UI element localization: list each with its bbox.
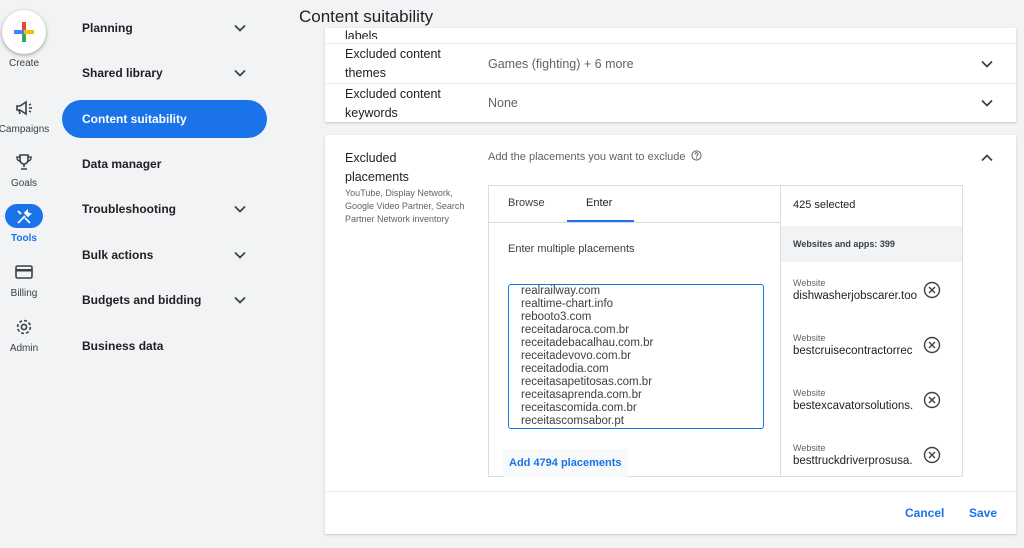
enter-placements-title: Enter multiple placements [508,243,635,255]
nav-item-label: Budgets and bidding [82,293,202,307]
remove-circle-icon[interactable] [923,336,941,354]
selected-item-url: besttruckdriverprosusa. [793,455,913,467]
selected-item-type: Website [793,333,826,343]
rail-item-campaigns[interactable]: Campaigns [0,98,50,148]
excluded-themes-label-line1: Excluded content [345,47,441,61]
placements-instruction: Add the placements you want to exclude [488,150,702,163]
nav-item-label: Shared library [82,66,163,80]
left-rail: Create Campaigns Goals Tools Billing Adm… [0,0,50,548]
chevron-down-icon [234,296,246,304]
excluded-keywords-row[interactable]: Excluded content keywords None [325,84,1016,122]
remove-circle-icon[interactable] [923,281,941,299]
selected-count: 425 selected [793,199,856,211]
rail-item-billing[interactable]: Billing [0,262,50,312]
nav-item-troubleshooting[interactable]: Troubleshooting [62,190,267,228]
nav-item-label: Planning [82,21,133,35]
selected-item-type: Website [793,443,826,453]
nav-item-planning[interactable]: Planning [62,9,267,47]
chevron-down-icon[interactable] [980,96,994,110]
cancel-button[interactable]: Cancel [905,506,944,520]
tab-enter[interactable]: Enter [586,197,612,209]
nav-item-label: Bulk actions [82,248,154,262]
excluded-placements-label-line2: placements [345,170,409,184]
nav-item-data-manager[interactable]: Data manager [62,145,267,183]
chevron-up-icon[interactable] [980,151,994,165]
rail-label-campaigns: Campaigns [0,124,50,135]
create-button[interactable] [2,10,46,54]
rail-label-billing: Billing [10,288,38,299]
nav-item-bulk-actions[interactable]: Bulk actions [62,236,267,274]
selected-group-header: Websites and apps: 399 [781,226,962,262]
tools-nav: Planning Shared library Content suitabil… [62,0,272,548]
nav-item-shared-library[interactable]: Shared library [62,54,267,92]
excluded-keywords-value: None [488,96,518,110]
selected-item: Website besttruckdriverprosusa. [781,427,962,476]
selected-item: Website dishwasherjobscarer.too [781,262,962,317]
excluded-labels-label: labels [345,29,378,39]
nav-item-label: Data manager [82,157,162,171]
chevron-down-icon [234,69,246,77]
chevron-down-icon [234,251,246,259]
selected-item-url: bestexcavatorsolutions. [793,400,914,412]
page-title: Content suitability [299,7,434,26]
footer-divider [325,491,1016,492]
nav-item-label: Business data [82,339,164,353]
excluded-themes-label-line2: themes [345,66,386,80]
nav-item-content-suitability[interactable]: Content suitability [62,100,267,138]
tab-divider [489,222,781,223]
excluded-keywords-label-line1: Excluded content [345,87,441,101]
excluded-placements-card: Excluded placements YouTube, Display Net… [325,135,1016,534]
help-icon[interactable] [690,150,702,161]
create-label: Create [8,58,39,69]
chevron-down-icon [234,24,246,32]
exclusion-rows-card: labels Excluded content themes Games (fi… [325,28,1016,122]
remove-circle-icon[interactable] [923,446,941,464]
megaphone-icon [12,98,36,118]
tools-icon [12,207,36,227]
placements-instruction-text: Add the placements you want to exclude [488,151,686,163]
excluded-placements-label-line1: Excluded [345,151,397,165]
selected-item-type: Website [793,388,826,398]
rail-item-tools[interactable]: Tools [0,204,50,257]
rail-label-admin: Admin [9,343,39,354]
excluded-themes-value: Games (fighting) + 6 more [488,57,634,71]
excluded-themes-row[interactable]: Excluded content themes Games (fighting)… [325,44,1016,83]
selected-placements-panel: 425 selected Websites and apps: 399 Webs… [780,185,963,477]
gear-icon [12,317,36,337]
plus-icon [14,22,34,42]
placements-textarea[interactable] [508,284,764,429]
selected-item-type: Website [793,278,826,288]
excluded-keywords-label-line2: keywords [345,106,398,120]
rail-item-goals[interactable]: Goals [0,152,50,202]
credit-card-icon [12,262,36,282]
nav-item-label: Troubleshooting [82,202,176,216]
selected-item: Website bestcruisecontractorrec [781,317,962,372]
selected-item-url: bestcruisecontractorrec [793,345,913,357]
nav-item-label: Content suitability [82,112,187,126]
add-placements-button[interactable]: Add 4794 placements [503,449,628,477]
nav-item-business-data[interactable]: Business data [62,327,267,365]
tab-browse[interactable]: Browse [508,197,545,209]
enter-placements-panel: Browse Enter Enter multiple placements A… [488,185,781,477]
selected-item: Website bestexcavatorsolutions. [781,372,962,427]
trophy-icon [12,152,36,172]
remove-circle-icon[interactable] [923,391,941,409]
save-button[interactable]: Save [969,506,997,520]
rail-label-tools: Tools [11,233,37,244]
rail-item-admin[interactable]: Admin [0,317,50,367]
nav-item-budgets-and-bidding[interactable]: Budgets and bidding [62,281,267,319]
chevron-down-icon[interactable] [980,57,994,71]
chevron-down-icon [234,205,246,213]
selected-item-url: dishwasherjobscarer.too [793,290,918,302]
excluded-placements-sublabel: YouTube, Display Network, Google Video P… [345,188,465,224]
rail-label-goals: Goals [10,178,38,189]
